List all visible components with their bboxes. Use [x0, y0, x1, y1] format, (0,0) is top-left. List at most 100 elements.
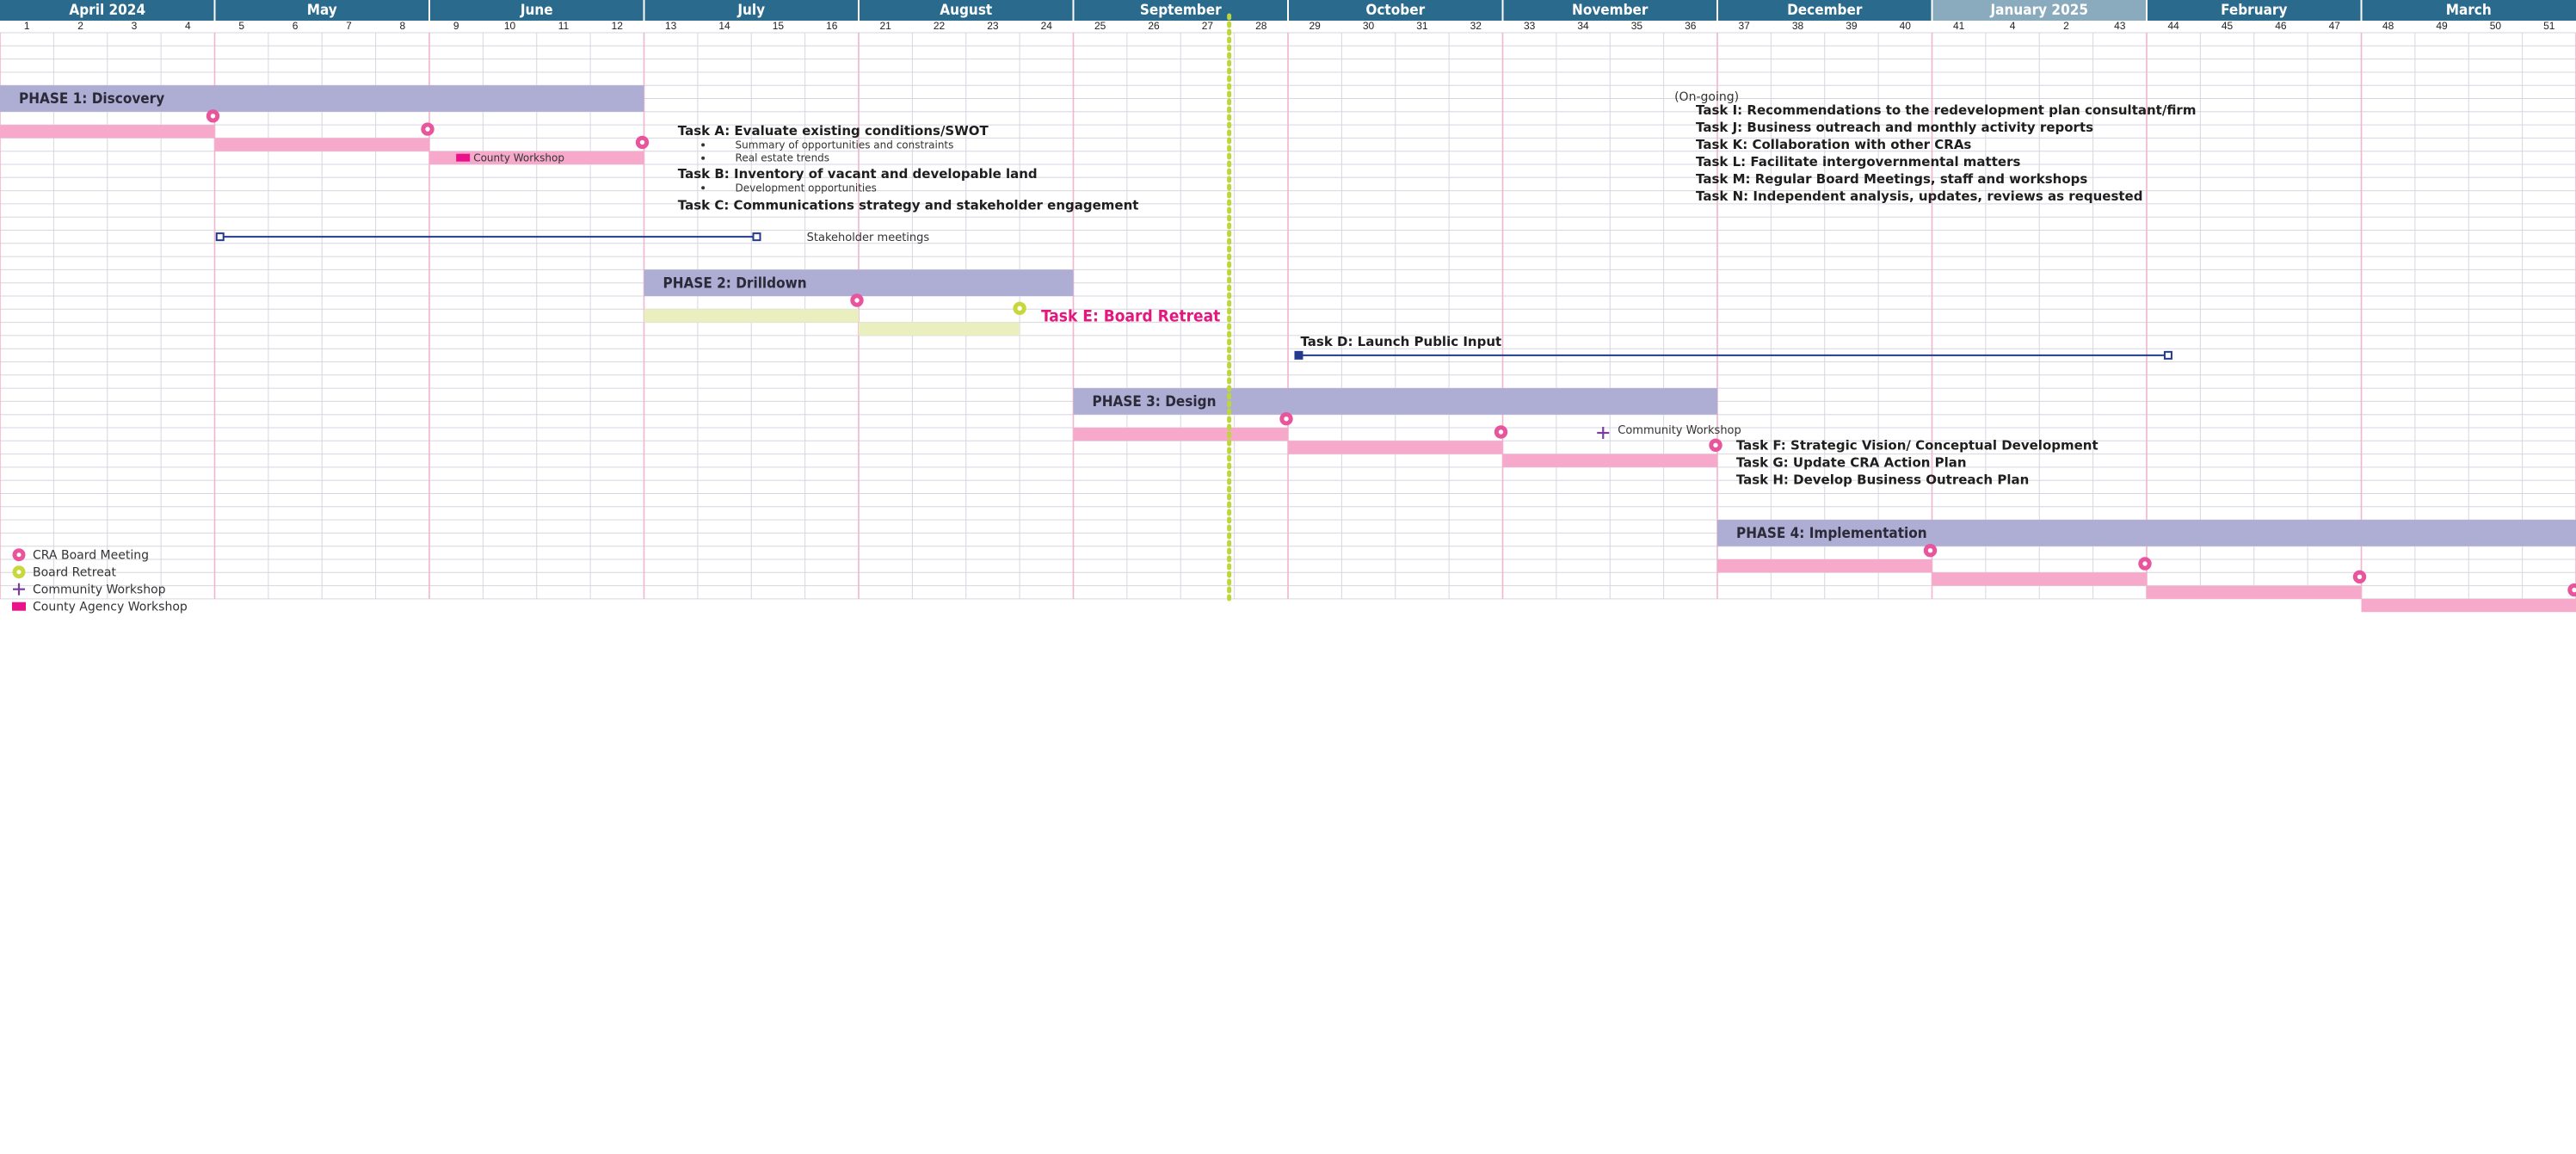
month-label: June [520, 2, 553, 19]
week-number: 28 [1255, 20, 1267, 32]
month-label: January 2025 [1989, 2, 2088, 19]
week-number: 8 [399, 20, 405, 32]
board-meeting-marker [2352, 570, 2367, 583]
phase-label: PHASE 1: Discovery [19, 90, 164, 108]
month-header: April 2024 May June July August September Octo… [0, 0, 2576, 21]
county-workshop-marker [456, 153, 471, 162]
activity-bar [1073, 428, 1288, 441]
week-number: 35 [1631, 20, 1643, 32]
activity-bar [644, 309, 859, 323]
task-d-label: Task D: Launch Public Input [1300, 334, 1501, 349]
week-number: 30 [1363, 20, 1375, 32]
task-title: Task B: Inventory of vacant and developa… [678, 166, 1038, 182]
span-start-marker [1294, 350, 1303, 360]
phase-band: PHASE 4: Implementation [1717, 520, 2576, 546]
span-start-marker [215, 232, 225, 242]
activity-bar [214, 138, 429, 151]
board-meeting-marker [1494, 425, 1508, 439]
week-number: 31 [1416, 20, 1428, 32]
ongoing-task: Task I: Recommendations to the redevelop… [1696, 102, 2196, 118]
ongoing-task: Task L: Facilitate intergovernmental mat… [1696, 154, 2020, 170]
week-number: 26 [1148, 20, 1160, 32]
activity-bar [2147, 585, 2362, 599]
week-number-row: 1 2 3 4 5 6 7 8 9 10 11 12 13 14 15 16 21 22 23 24 25 26 27 28 2… [24, 20, 2555, 32]
activity-bar [1288, 441, 1503, 454]
week-number: 3 [132, 20, 138, 32]
week-number: 44 [2168, 20, 2180, 32]
activity-bar [2361, 598, 2576, 613]
week-number: 22 [934, 20, 946, 32]
month-label: March [2446, 2, 2492, 19]
bullet-point [701, 186, 706, 190]
week-number: 21 [880, 20, 892, 32]
week-number: 4 [2010, 20, 2016, 32]
ongoing-task: Task J: Business outreach and monthly ac… [1696, 120, 2093, 135]
board-meeting-marker [2138, 557, 2152, 571]
phase3-task: Task F: Strategic Vision/ Conceptual Dev… [1736, 437, 2098, 453]
week-number: 14 [718, 20, 730, 32]
week-number: 29 [1310, 20, 1322, 32]
week-number: 12 [612, 20, 624, 32]
legend-label: County Agency Workshop [33, 601, 188, 614]
task-title: Task A: Evaluate existing conditions/SWO… [678, 123, 989, 139]
phase3-task-list: Task F: Strategic Vision/ Conceptual Dev… [1736, 437, 2098, 487]
week-number: 5 [238, 20, 244, 32]
task-bullet: Development opportunities [736, 182, 877, 194]
phase3-task: Task H: Develop Business Outreach Plan [1736, 472, 2029, 487]
board-meeting-marker [421, 122, 434, 136]
week-number: 49 [2436, 20, 2448, 32]
month-label: December [1787, 2, 1863, 19]
week-number: 2 [2063, 20, 2069, 32]
week-number: 24 [1041, 20, 1053, 32]
month-label: May [307, 2, 337, 19]
week-number: 46 [2275, 20, 2287, 32]
span-end-marker [752, 232, 761, 242]
board-meeting-marker [2567, 583, 2576, 597]
week-number: 39 [1846, 20, 1858, 32]
bullet-point [701, 156, 706, 160]
task-bullet: Real estate trends [736, 152, 830, 164]
month-label: November [1572, 2, 1649, 19]
week-number: 4 [185, 20, 191, 32]
phase3-task: Task G: Update CRA Action Plan [1736, 454, 1967, 470]
ongoing-task: Task M: Regular Board Meetings, staff an… [1696, 171, 2087, 187]
board-meeting-marker [1279, 412, 1293, 426]
phase1-task-list: Task A: Evaluate existing conditions/SWO… [678, 123, 1139, 213]
ongoing-task: Task K: Collaboration with other CRAs [1696, 137, 1971, 152]
board-meeting-marker [850, 293, 864, 307]
activity-bar [1932, 572, 2147, 586]
week-number: 9 [453, 20, 459, 32]
project-timeline-chart: April 2024 May June July August September Octo… [0, 0, 2576, 614]
activity-bar [0, 125, 215, 139]
stakeholder-span-label: Stakeholder meetings [807, 231, 930, 244]
activity-bar [1502, 454, 1717, 467]
week-number: 13 [665, 20, 677, 32]
week-number: 2 [77, 20, 83, 32]
month-label: October [1365, 2, 1425, 19]
board-meeting-marker [206, 109, 220, 123]
board-retreat-marker [1013, 301, 1026, 315]
task-title: Task C: Communications strategy and stak… [678, 198, 1139, 213]
week-number: 33 [1524, 20, 1536, 32]
month-label: September [1140, 2, 1222, 19]
phase-band: PHASE 1: Discovery [0, 85, 644, 112]
legend-label: Community Workshop [33, 583, 166, 597]
week-number: 50 [2490, 20, 2502, 32]
week-number: 27 [1202, 20, 1214, 32]
week-number: 25 [1094, 20, 1106, 32]
week-number: 11 [558, 20, 570, 32]
ongoing-task: Task N: Independent analysis, updates, r… [1696, 188, 2142, 204]
legend-label: CRA Board Meeting [33, 549, 149, 563]
week-number: 16 [826, 20, 838, 32]
week-number: 32 [1470, 20, 1482, 32]
county-workshop-label: County Workshop [473, 152, 564, 164]
week-number: 38 [1792, 20, 1804, 32]
week-number: 47 [2329, 20, 2341, 32]
phase-label: PHASE 3: Design [1093, 393, 1217, 410]
week-number: 34 [1577, 20, 1589, 32]
legend-retreat-symbol [12, 565, 26, 579]
week-number: 41 [1953, 20, 1965, 32]
week-number: 45 [2222, 20, 2234, 32]
phase-label: PHASE 2: Drilldown [663, 275, 807, 292]
activity-bar [1717, 559, 1932, 573]
